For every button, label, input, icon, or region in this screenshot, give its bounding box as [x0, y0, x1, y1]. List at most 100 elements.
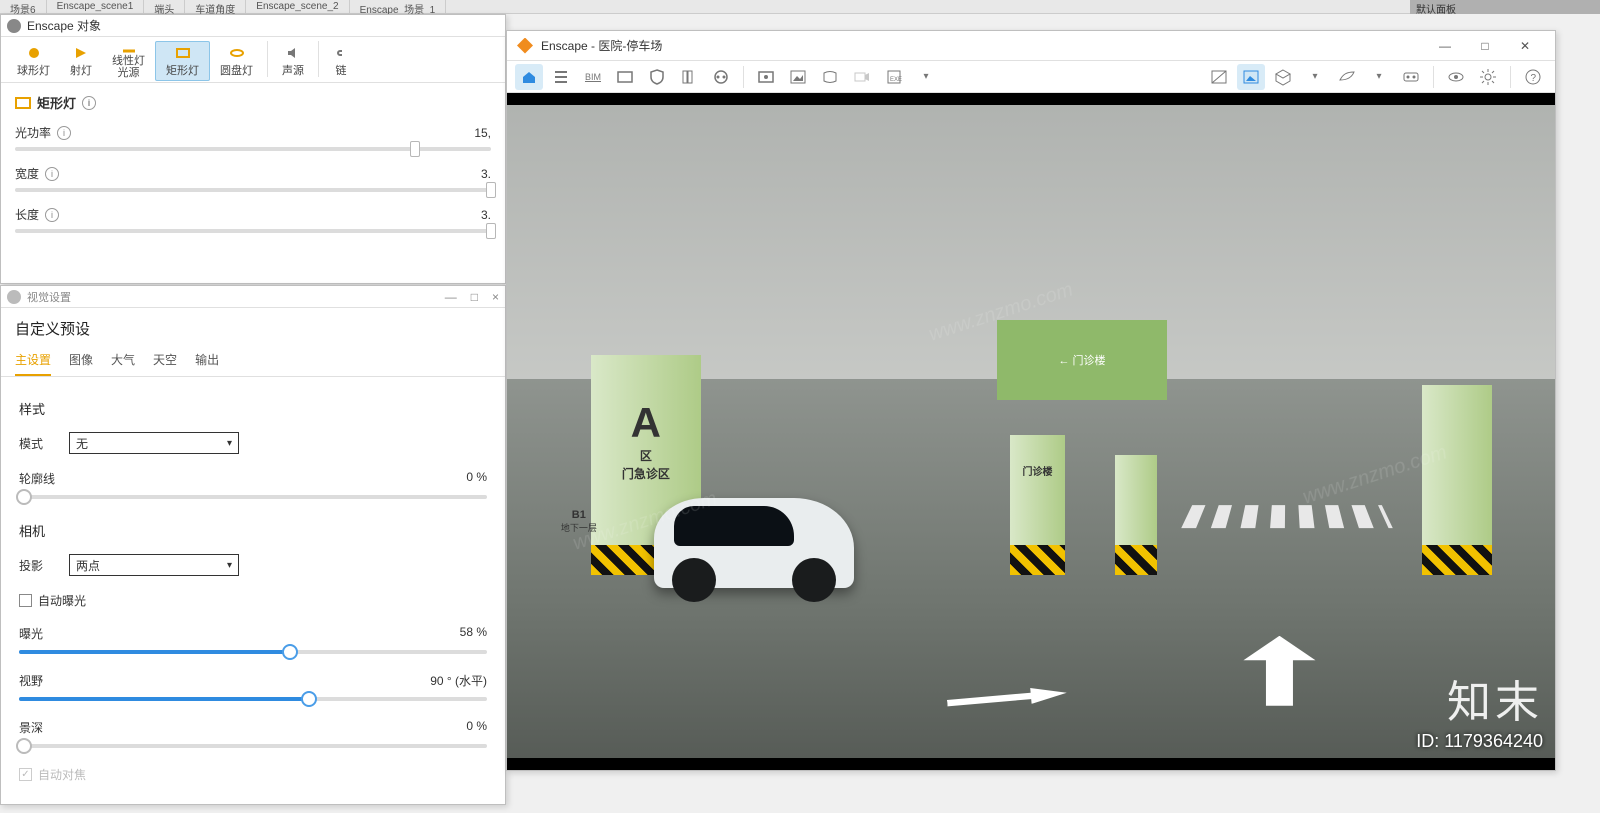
image-button[interactable] — [784, 64, 812, 90]
close-button[interactable]: × — [492, 290, 499, 304]
tab-sky[interactable]: 天空 — [153, 345, 177, 376]
mode-select[interactable]: 无 ▾ — [69, 432, 239, 454]
fly-dropdown[interactable]: ▾ — [1365, 64, 1393, 90]
tab-main[interactable]: 主设置 — [15, 345, 51, 376]
view-mode-button[interactable] — [1269, 64, 1297, 90]
image-off-icon — [1210, 68, 1228, 86]
info-icon[interactable]: i — [45, 167, 59, 181]
fov-slider[interactable] — [19, 697, 487, 701]
viewport-titlebar[interactable]: Enscape - 医院-停车场 — □ ✕ — [507, 31, 1555, 61]
auto-exposure-checkbox[interactable] — [19, 594, 32, 607]
view-dropdown[interactable]: ▾ — [1301, 64, 1329, 90]
tab-image[interactable]: 图像 — [69, 345, 93, 376]
export-dropdown[interactable]: ▾ — [912, 64, 940, 90]
info-icon[interactable]: i — [82, 96, 96, 110]
minimize-button[interactable]: — — [1425, 33, 1465, 59]
safe-frame-button[interactable] — [611, 64, 639, 90]
tab-output[interactable]: 输出 — [195, 345, 219, 376]
svg-text:EXE: EXE — [890, 77, 902, 83]
dof-label: 景深 — [19, 719, 43, 736]
enscape-logo-icon — [7, 19, 21, 33]
slider-fill — [19, 650, 290, 654]
visibility-button[interactable] — [1442, 64, 1470, 90]
sound-source-button[interactable]: 声源 — [272, 41, 314, 81]
light-label: 球形灯 — [17, 62, 50, 78]
settings-button[interactable] — [1474, 64, 1502, 90]
slider-thumb[interactable] — [16, 738, 32, 754]
render-viewport[interactable]: ← 门诊楼 A 区 门急诊区 B1 地下一层 门诊楼 — [507, 93, 1555, 770]
scene-crosswalk — [1182, 505, 1394, 528]
home-button[interactable] — [515, 64, 543, 90]
auto-exposure-row[interactable]: 自动曝光 — [19, 592, 487, 609]
exe-export-button[interactable]: EXE — [880, 64, 908, 90]
light-type-toolbar: 球形灯 射灯 线性灯 光源 矩形灯 圆盘灯 声源 链 — [1, 37, 505, 83]
outline-slider[interactable] — [19, 495, 487, 499]
video-button[interactable] — [848, 64, 876, 90]
slider-thumb[interactable] — [486, 182, 496, 198]
outline-slider-row: 轮廓线 0 % — [19, 470, 487, 499]
info-icon[interactable]: i — [57, 126, 71, 140]
slider-thumb[interactable] — [410, 141, 420, 157]
minimize-button[interactable]: — — [445, 290, 457, 304]
tab[interactable]: Enscape_scene1 — [47, 0, 145, 13]
enscape-viewport-window: Enscape - 医院-停车场 — □ ✕ BIM EXE ▾ ▾ ▾ — [506, 30, 1556, 771]
link-button[interactable]: 链 — [323, 41, 359, 81]
tab[interactable]: 车道角度 — [185, 0, 246, 13]
slider-thumb[interactable] — [486, 223, 496, 239]
bim-button[interactable]: BIM — [579, 64, 607, 90]
image-on-button[interactable] — [1237, 64, 1265, 90]
asset-library-button[interactable] — [675, 64, 703, 90]
maximize-button[interactable]: □ — [471, 290, 478, 304]
tab-atmosphere[interactable]: 大气 — [111, 345, 135, 376]
light-label: 声源 — [282, 62, 304, 78]
light-disk-button[interactable]: 圆盘灯 — [210, 41, 263, 81]
default-panel-label[interactable]: 默认面板 — [1410, 0, 1600, 14]
scene-car — [654, 498, 854, 588]
link-icon — [333, 45, 349, 61]
width-label: 宽度 — [15, 165, 39, 182]
slider-thumb[interactable] — [282, 644, 298, 660]
pillar-a-letter: A — [591, 399, 701, 447]
light-linear-button[interactable]: 线性灯 光源 — [102, 41, 155, 81]
maximize-button[interactable]: □ — [1465, 33, 1505, 59]
power-label: 光功率 — [15, 124, 51, 141]
close-button[interactable]: ✕ — [1505, 33, 1545, 59]
mode-label: 模式 — [19, 435, 59, 452]
fly-mode-button[interactable] — [1333, 64, 1361, 90]
light-spot-button[interactable]: 射灯 — [60, 41, 102, 81]
length-slider[interactable] — [15, 229, 491, 233]
auto-focus-checkbox[interactable]: ✓ — [19, 768, 32, 781]
spot-light-icon — [73, 45, 89, 61]
projection-select[interactable]: 两点 ▾ — [69, 554, 239, 576]
info-icon[interactable]: i — [45, 208, 59, 222]
slider-thumb[interactable] — [16, 489, 32, 505]
collab-button[interactable] — [643, 64, 671, 90]
screenshot-button[interactable] — [752, 64, 780, 90]
help-button[interactable]: ? — [1519, 64, 1547, 90]
length-value: 3. — [481, 208, 491, 222]
toolbar-separator — [318, 41, 319, 77]
tab[interactable]: 端头 — [144, 0, 185, 13]
light-label: 圆盘灯 — [220, 62, 253, 78]
width-slider[interactable] — [15, 188, 491, 192]
dof-slider[interactable] — [19, 744, 487, 748]
tab[interactable]: Enscape_scene_2 — [246, 0, 349, 13]
tab[interactable]: Enscape_场景_1 — [350, 0, 447, 13]
fov-label: 视野 — [19, 672, 43, 689]
light-sphere-button[interactable]: 球形灯 — [7, 41, 60, 81]
objects-titlebar[interactable]: Enscape 对象 — [1, 15, 505, 37]
exposure-slider[interactable] — [19, 650, 487, 654]
video-path-button[interactable] — [707, 64, 735, 90]
tab[interactable]: 场景6 — [0, 0, 47, 13]
hazard-stripe — [1010, 545, 1065, 575]
image-off-button[interactable] — [1205, 64, 1233, 90]
auto-focus-row[interactable]: ✓ 自动对焦 — [19, 766, 487, 783]
power-slider[interactable] — [15, 147, 491, 151]
length-label: 长度 — [15, 206, 39, 223]
views-button[interactable] — [547, 64, 575, 90]
visual-titlebar[interactable]: 视觉设置 — □ × — [1, 286, 505, 308]
vr-button[interactable] — [1397, 64, 1425, 90]
light-rect-button[interactable]: 矩形灯 — [155, 41, 210, 81]
mono-pano-button[interactable] — [816, 64, 844, 90]
slider-thumb[interactable] — [301, 691, 317, 707]
